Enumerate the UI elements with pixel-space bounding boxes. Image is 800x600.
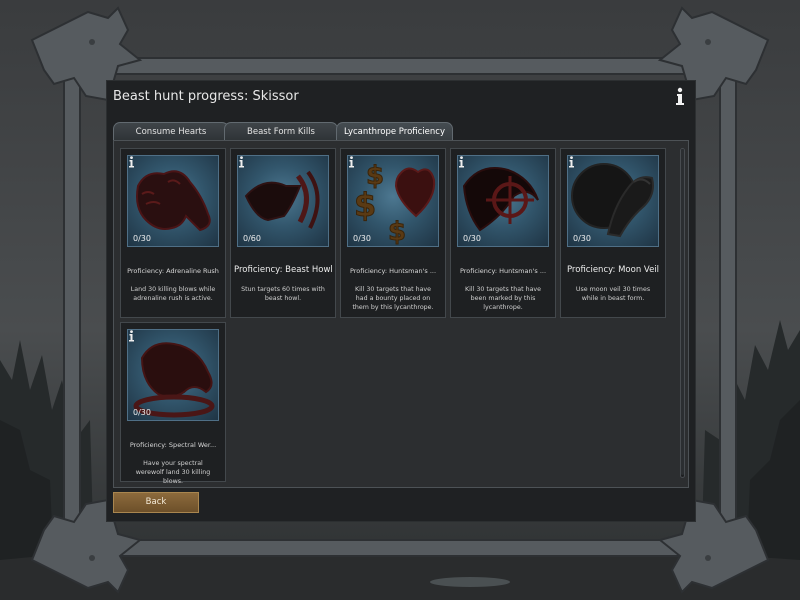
moon-wolf-icon: 0/30 [567,155,659,247]
card-description: Use moon veil 30 times while in beast fo… [575,286,651,302]
tab-beast-form-kills[interactable]: Beast Form Kills [224,122,338,140]
info-icon[interactable] [128,156,135,168]
howl-icon: 0/60 [237,155,329,247]
card-title: Proficiency: Spectral Wer... [129,441,217,449]
proficiency-card-beast-howl[interactable]: 0/60 Proficiency: Beast Howl Stun target… [230,148,336,318]
proficiency-card-adrenaline-rush[interactable]: 0/30 Proficiency: Adrenaline Rush Land 3… [120,148,226,318]
info-icon[interactable] [568,156,575,168]
vertical-scrollbar[interactable] [680,148,685,478]
proficiency-card-huntsman-mark[interactable]: 0/30 Proficiency: Huntsman's ... Kill 30… [450,148,556,318]
proficiency-card-huntsman-bounty[interactable]: $ $ $ 0/30 Proficiency: Huntsman's ... K… [340,148,446,318]
card-title: Proficiency: Beast Howl [234,265,332,275]
card-title: Proficiency: Moon Veil [566,265,660,275]
crosshair-claw-icon: 0/30 [457,155,549,247]
panel-title: Beast hunt progress: Skissor [113,89,299,104]
card-title: Proficiency: Huntsman's ... [349,267,437,275]
tab-consume-hearts[interactable]: Consume Hearts [113,122,229,140]
info-icon[interactable] [673,87,687,107]
spectral-wolf-icon: 0/30 [127,329,219,421]
progress-count: 0/30 [133,408,151,417]
card-description: Land 30 killing blows while adrenaline r… [130,286,216,302]
progress-count: 0/30 [133,234,151,243]
svg-text:$: $ [388,217,406,247]
back-button[interactable]: Back [113,492,199,513]
info-icon[interactable] [348,156,355,168]
tab-lycanthrope-proficiency[interactable]: Lycanthrope Proficiency [336,122,453,140]
info-icon[interactable] [458,156,465,168]
beast-hunt-panel: Beast hunt progress: Skissor Consume Hea… [106,80,696,522]
progress-count: 0/30 [353,234,371,243]
card-description: Kill 30 targets that have had a bounty p… [352,286,434,311]
info-icon[interactable] [128,330,135,342]
adrenaline-claw-icon: 0/30 [127,155,219,247]
card-title: Proficiency: Huntsman's ... [459,267,547,275]
bounty-heart-icon: $ $ $ 0/30 [347,155,439,247]
proficiency-grid: 0/30 Proficiency: Adrenaline Rush Land 3… [113,140,689,488]
info-icon[interactable] [238,156,245,168]
card-description: Have your spectral werewolf land 30 kill… [135,460,211,485]
card-description: Stun targets 60 times with beast howl. [241,286,325,302]
card-description: Kill 30 targets that have been marked by… [464,286,542,311]
progress-count: 0/30 [463,234,481,243]
card-title: Proficiency: Adrenaline Rush [127,267,219,275]
proficiency-card-moon-veil[interactable]: 0/30 Proficiency: Moon Veil Use moon vei… [560,148,666,318]
progress-count: 0/60 [243,234,261,243]
svg-text:$: $ [354,186,376,224]
proficiency-card-spectral-werewolf[interactable]: 0/30 Proficiency: Spectral Wer... Have y… [120,322,226,485]
scrollbar-thumb[interactable] [681,149,684,475]
progress-count: 0/30 [573,234,591,243]
